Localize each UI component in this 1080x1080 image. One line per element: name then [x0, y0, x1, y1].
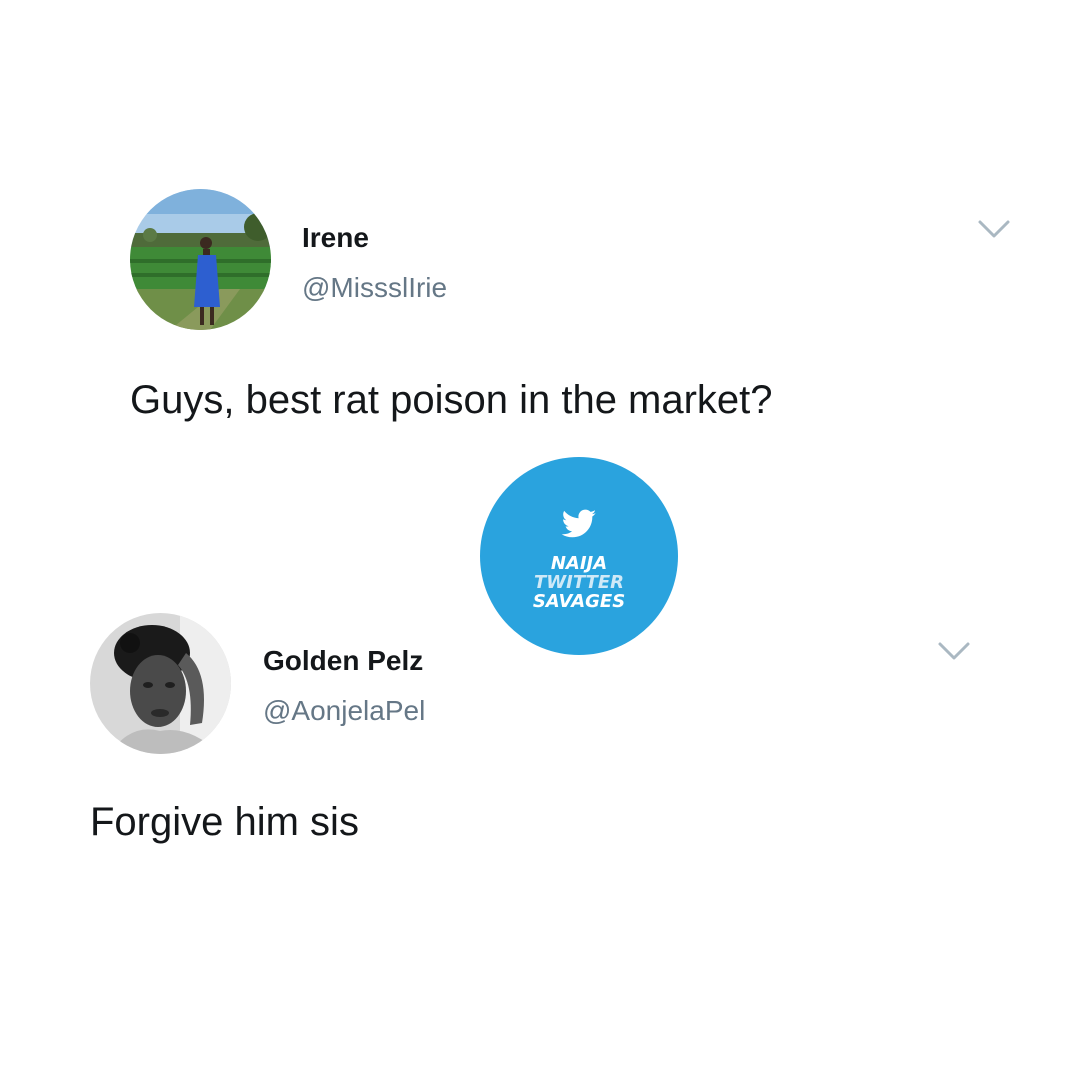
user-handle[interactable]: @MissslIrie: [302, 272, 447, 304]
logo-line-2: TWITTER: [534, 572, 624, 593]
user-handle[interactable]: @AonjelaPel: [263, 695, 425, 727]
avatar[interactable]: [90, 613, 231, 754]
tweet-card: Golden Pelz @AonjelaPel Forgive him sis: [0, 605, 1080, 865]
avatar-photo: [90, 613, 231, 754]
chevron-down-icon[interactable]: [977, 218, 1011, 240]
display-name[interactable]: Irene: [302, 222, 369, 254]
avatar[interactable]: [130, 189, 271, 330]
tweet-text: Guys, best rat poison in the market?: [130, 378, 773, 422]
twitter-bird-icon: [561, 509, 596, 538]
avatar-photo: [130, 189, 271, 330]
tweet-text: Forgive him sis: [90, 800, 359, 844]
display-name[interactable]: Golden Pelz: [263, 645, 423, 677]
chevron-down-icon[interactable]: [937, 640, 971, 662]
logo-line-1: NAIJA: [551, 553, 607, 574]
tweet-card: Irene @MissslIrie Guys, best rat poison …: [0, 180, 1080, 440]
